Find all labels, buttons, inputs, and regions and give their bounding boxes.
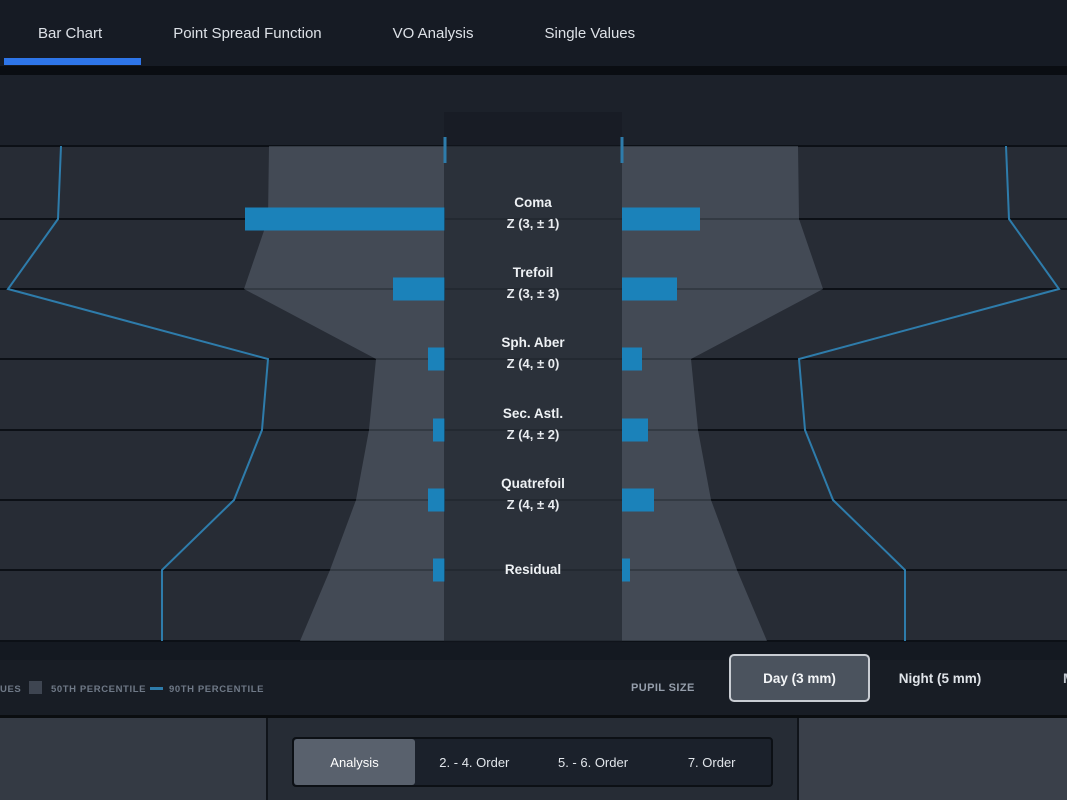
row-zernike-code: Z (4, ± 2)	[423, 424, 643, 446]
row-label-sec-astl: Sec. Astl. Z (4, ± 2)	[423, 404, 643, 446]
legend-90th-label: 90TH PERCENTILE	[169, 683, 264, 696]
row-label-quatrefoil: Quatrefoil Z (4, ± 4)	[423, 474, 643, 516]
tab-7-order[interactable]: 7. Order	[652, 739, 771, 785]
row-title: Coma	[423, 193, 643, 213]
bottom-panel: Analysis 2. - 4. Order 5. - 6. Order 7. …	[0, 715, 1067, 800]
row-label-trefoil: Trefoil Z (3, ± 3)	[423, 263, 643, 305]
row-title: Sph. Aber	[423, 333, 643, 353]
top-nav: Bar Chart Point Spread Function VO Analy…	[0, 0, 1067, 66]
app-window: Bar Chart Point Spread Function VO Analy…	[0, 0, 1067, 800]
active-tab-underline	[4, 58, 141, 65]
tab-point-spread-function[interactable]: Point Spread Function	[173, 25, 321, 42]
bar-left	[245, 208, 445, 231]
row-label-coma: Coma Z (3, ± 1)	[423, 193, 643, 235]
tab-2-4-order[interactable]: 2. - 4. Order	[415, 739, 534, 785]
percentile-90-line	[8, 146, 268, 641]
row-title: Quatrefoil	[423, 474, 643, 494]
bottom-panel-right	[797, 718, 1067, 800]
bottom-panel-left	[0, 718, 268, 800]
row-zernike-code: Z (4, ± 0)	[423, 353, 643, 375]
tab-single-values[interactable]: Single Values	[545, 25, 636, 42]
legend-clipped-label: UES	[0, 683, 21, 696]
percentile-90-line	[799, 146, 1059, 641]
row-zernike-code: Z (4, ± 4)	[423, 494, 643, 516]
tab-bar-chart[interactable]: Bar Chart	[38, 25, 102, 42]
legend-50th-swatch	[29, 681, 42, 694]
nav-divider	[0, 66, 1067, 75]
row-zernike-code: Z (3, ± 3)	[423, 283, 643, 305]
zernike-bar-chart: Coma Z (3, ± 1) Trefoil Z (3, ± 3) Sph. …	[0, 75, 1067, 715]
legend-50th-label: 50TH PERCENTILE	[51, 683, 146, 696]
tab-analysis[interactable]: Analysis	[294, 739, 415, 785]
tab-5-6-order[interactable]: 5. - 6. Order	[534, 739, 653, 785]
row-zernike-code: Z (3, ± 1)	[423, 213, 643, 235]
row-label-residual: Residual	[423, 560, 643, 580]
pupil-night-button[interactable]: Night (5 mm)	[870, 654, 1010, 702]
legend-90th-swatch	[150, 687, 163, 690]
pupil-clipped-option[interactable]: M	[1063, 667, 1067, 689]
chart-canvas	[0, 75, 1067, 715]
pupil-size-label: PUPIL SIZE	[631, 682, 695, 694]
row-title: Trefoil	[423, 263, 643, 283]
order-tab-bar: Analysis 2. - 4. Order 5. - 6. Order 7. …	[292, 737, 773, 787]
row-title: Residual	[423, 560, 643, 580]
tab-vo-analysis[interactable]: VO Analysis	[393, 25, 474, 42]
row-title: Sec. Astl.	[423, 404, 643, 424]
row-label-sph-aber: Sph. Aber Z (4, ± 0)	[423, 333, 643, 375]
pupil-day-button[interactable]: Day (3 mm)	[729, 654, 870, 702]
